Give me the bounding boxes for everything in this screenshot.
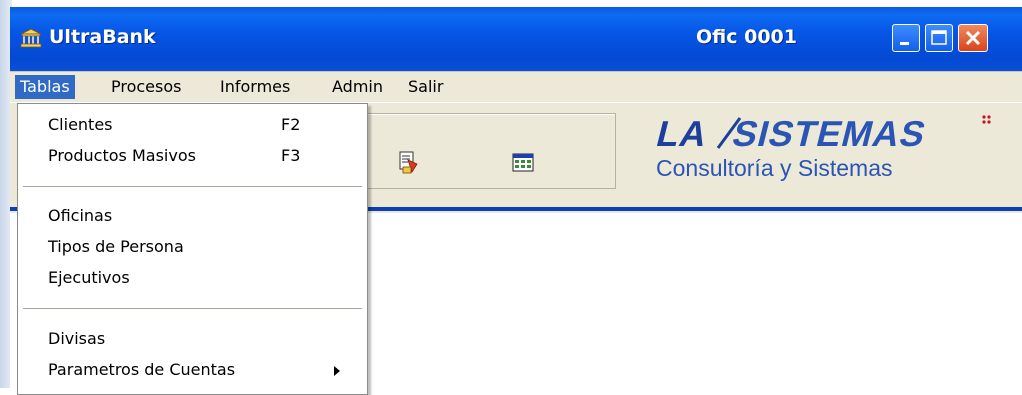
maximize-icon [931,30,947,45]
menu-separator [23,186,362,187]
bank-icon [20,28,42,48]
menu-item-tipos-de-persona[interactable]: Tipos de Persona [18,233,367,261]
window-title: UltraBank [49,26,156,48]
menu-tablas[interactable]: Tablas [15,75,75,99]
minimize-icon [900,42,909,45]
toolbar-group [350,113,616,189]
svg-text:SISTEMAS: SISTEMAS [729,114,931,154]
minimize-button[interactable] [892,24,920,52]
document-edit-icon[interactable] [397,150,421,174]
window-calendar-icon[interactable] [511,151,535,175]
close-icon [965,30,981,46]
menu-item-ejecutivos[interactable]: Ejecutivos [18,264,367,292]
maximize-button[interactable] [925,24,953,52]
menu-bar: Tablas Procesos Informes Admin Salir [10,71,1022,102]
office-label: Ofic 0001 [696,26,797,48]
menu-procesos[interactable]: Procesos [106,75,186,99]
tablas-dropdown: Clientes F2 Productos Masivos F3 Oficina… [17,103,368,395]
close-button[interactable] [958,24,988,52]
submenu-arrow-icon [334,366,340,376]
app-window: UltraBank Ofic 0001 Tablas Procesos Info… [10,7,1022,395]
svg-text:LA: LA [653,114,713,154]
title-bar[interactable]: UltraBank Ofic 0001 [10,7,1022,71]
menu-admin[interactable]: Admin [327,75,388,99]
la-sistemas-logo: LA SISTEMAS Consultoría y Sistemas [653,114,991,181]
menu-item-productos-masivos[interactable]: Productos Masivos F3 [18,142,367,170]
menu-salir[interactable]: Salir [403,75,448,99]
menu-item-oficinas[interactable]: Oficinas [18,202,367,230]
menu-item-parametros-de-cuentas[interactable]: Parametros de Cuentas [18,356,367,384]
menu-separator [23,308,362,309]
menu-item-clientes[interactable]: Clientes F2 [18,111,367,139]
menu-item-divisas[interactable]: Divisas [18,325,367,353]
svg-text:Consultoría y Sistemas: Consultoría y Sistemas [656,155,892,181]
menu-informes[interactable]: Informes [215,75,295,99]
